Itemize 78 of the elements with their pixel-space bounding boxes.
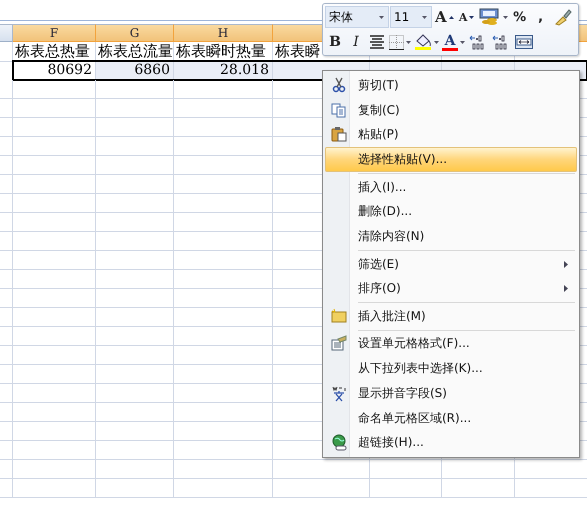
column-header[interactable]: F — [13, 24, 96, 42]
table-cell — [0, 99, 13, 118]
note-icon — [331, 308, 347, 325]
table-cell — [0, 308, 13, 327]
table-cell — [0, 80, 13, 99]
menu-item[interactable]: 超链接(H)... — [325, 430, 577, 456]
menu-item[interactable]: 清除内容(N) — [325, 224, 577, 249]
menu-item[interactable]: 从下拉列表中选择(K)... — [325, 356, 577, 381]
submenu-arrow-icon — [564, 260, 568, 268]
font-color-button[interactable]: A — [441, 31, 466, 53]
table-cell — [0, 270, 13, 289]
merge-cells-icon — [515, 35, 533, 49]
table-cell — [0, 156, 13, 175]
caret-icon — [434, 40, 439, 44]
clipboard-icon — [331, 126, 347, 144]
table-cell — [0, 365, 13, 384]
table-cell — [0, 479, 13, 498]
table-cell — [0, 384, 13, 403]
shrink-font-button[interactable]: A — [456, 6, 477, 28]
caret-icon — [379, 16, 384, 18]
font-color-letter: A — [444, 34, 456, 48]
menu-item[interactable]: 插入(I)... — [325, 174, 577, 200]
menu-item[interactable]: 筛选(E) — [325, 252, 577, 276]
table-cell — [0, 232, 13, 251]
table-cell — [0, 346, 13, 365]
table-cell — [0, 213, 13, 232]
table-cell — [0, 403, 13, 422]
menu-item[interactable]: 删除(D)... — [325, 199, 577, 224]
table-cell — [0, 441, 13, 460]
menu-item[interactable]: 粘贴(P) — [325, 122, 577, 148]
table-cell — [370, 479, 442, 498]
column-header[interactable]: G — [96, 24, 174, 42]
font-name-field[interactable]: 宋体 — [325, 6, 389, 28]
menu-item[interactable]: 设置单元格格式(F)... — [325, 332, 577, 356]
menu-item[interactable]: 插入批注(M) — [325, 304, 577, 329]
format-button[interactable]: , — [530, 6, 551, 28]
caret-icon — [460, 40, 465, 44]
brush-icon — [554, 8, 572, 26]
table-cell — [0, 460, 13, 479]
table-cell — [0, 289, 13, 308]
table-cell — [0, 194, 13, 213]
column-header[interactable]: H — [174, 24, 273, 42]
caret-icon — [502, 16, 508, 18]
copy-icon — [331, 102, 347, 118]
up-arrow-icon — [448, 16, 454, 18]
table-cell — [370, 460, 442, 479]
menu-item[interactable]: 排序(O) — [325, 276, 577, 302]
table-cell — [0, 175, 13, 194]
globe-link-icon — [331, 434, 347, 452]
menu-item[interactable]: 剪切(T) — [325, 73, 577, 98]
table-cell — [0, 137, 13, 156]
format-cells-icon — [331, 335, 347, 352]
submenu-arrow-icon — [564, 285, 568, 292]
scissors-icon — [331, 76, 347, 94]
phonetic-guide-icon — [331, 384, 347, 402]
table-cell: 28.018 — [174, 61, 273, 80]
paint-bucket-icon — [414, 34, 432, 47]
caret-icon — [422, 16, 427, 18]
menu-item[interactable]: 命名单元格区域(R)... — [325, 406, 577, 430]
align-center-icon — [369, 35, 385, 49]
menu-item[interactable]: 选择性粘贴(V)... — [325, 147, 577, 172]
font-size-field[interactable]: 11 — [390, 6, 432, 28]
grow-font-button[interactable]: A — [433, 6, 456, 28]
table-cell — [0, 251, 13, 270]
table-cell: 栋表总热量 — [13, 42, 96, 62]
accounting-format-button[interactable] — [478, 6, 509, 28]
table-cell — [0, 422, 13, 441]
table-cell — [0, 42, 13, 62]
down-arrow-icon — [469, 16, 474, 18]
format-button[interactable]: % — [510, 6, 530, 28]
table-cell — [0, 327, 13, 346]
table-cell: 6860 — [96, 61, 174, 80]
border-icon — [389, 34, 404, 50]
menu-item[interactable]: 显示拼音字段(S) — [325, 381, 577, 406]
menu-item[interactable]: 复制(C) — [325, 98, 577, 122]
caret-icon — [406, 40, 411, 44]
table-cell — [0, 118, 13, 137]
money-icon — [478, 8, 501, 26]
